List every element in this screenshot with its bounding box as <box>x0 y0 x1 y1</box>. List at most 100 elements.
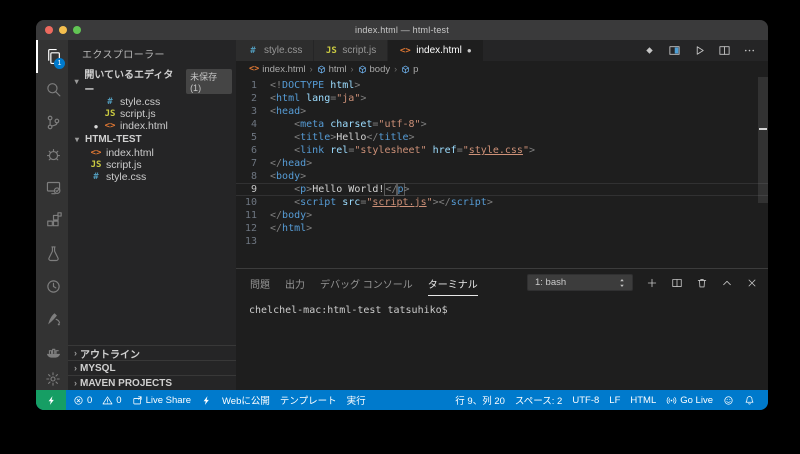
section-label: MAVEN PROJECTS <box>80 378 172 389</box>
title-bar[interactable]: index.html — html-test <box>36 20 768 40</box>
open-editor-script.js[interactable]: JSscript.js <box>68 108 236 120</box>
status-run[interactable]: 実行 <box>342 393 371 407</box>
status-warnings[interactable]: 0 <box>97 395 126 406</box>
remote-preview-icon[interactable] <box>36 171 68 204</box>
status-errors[interactable]: 0 <box>68 395 97 406</box>
code-line-12[interactable]: 12</html> <box>236 222 768 235</box>
modified-dot[interactable]: ● <box>467 46 472 55</box>
breadcrumb: <>index.html›html›body›p <box>236 61 768 77</box>
breadcrumb-separator: › <box>351 64 354 74</box>
close-window-button[interactable] <box>45 26 53 34</box>
docker-icon[interactable] <box>36 335 68 368</box>
code-line-3[interactable]: 3<head> <box>236 105 768 118</box>
code-line-11[interactable]: 11</body> <box>236 209 768 222</box>
breadcrumb-item-index.html[interactable]: <>index.html <box>249 64 306 75</box>
vscode-window: index.html — html-test 1 エクスプローラー ▾ 開いてい… <box>36 20 768 410</box>
panel-tab-デバッグ コンソール[interactable]: デバッグ コンソール <box>320 270 413 296</box>
terminal-output[interactable]: chelchel-mac:html-test tatsuhiko$ <box>236 296 768 316</box>
status-encoding[interactable]: UTF-8 <box>567 395 604 406</box>
debug-icon[interactable] <box>36 138 68 171</box>
status-language-mode[interactable]: HTML <box>625 395 661 406</box>
status-eol[interactable]: LF <box>604 395 625 406</box>
code-line-6[interactable]: 6 <link rel="stylesheet" href="style.css… <box>236 144 768 157</box>
code-line-4[interactable]: 4 <meta charset="utf-8"> <box>236 118 768 131</box>
sidebar-section-アウトライン[interactable]: ›アウトライン <box>68 345 236 360</box>
line-number: 3 <box>236 105 270 118</box>
explorer-icon[interactable]: 1 <box>36 40 68 73</box>
source-control-icon[interactable] <box>36 106 68 139</box>
open-editor-style.css[interactable]: #style.css <box>68 96 236 108</box>
code-editor[interactable]: 1<!DOCTYPE html>2<html lang="ja">3<head>… <box>236 77 768 268</box>
tab-style.css[interactable]: #style.css <box>236 40 314 61</box>
status-live-share[interactable]: Live Share <box>127 395 196 406</box>
panel-tab-ターミナル[interactable]: ターミナル <box>428 270 478 296</box>
status-label: 0 <box>87 395 92 406</box>
breadcrumb-separator: › <box>394 64 397 74</box>
code-line-13[interactable]: 13 <box>236 235 768 248</box>
minimize-window-button[interactable] <box>59 26 67 34</box>
tree-item-style.css[interactable]: #style.css <box>68 171 236 183</box>
tree-item-script.js[interactable]: JSscript.js <box>68 159 236 171</box>
code-line-10[interactable]: 10 <script src="script.js"></script> <box>236 196 768 209</box>
kill-terminal-icon[interactable] <box>696 277 708 289</box>
panel-tab-出力[interactable]: 出力 <box>285 270 305 296</box>
clock-icon[interactable] <box>36 270 68 303</box>
html-file-icon: <> <box>90 148 102 158</box>
run-file-icon[interactable] <box>693 44 706 57</box>
open-preview-icon[interactable] <box>668 44 681 57</box>
line-number: 9 <box>236 183 270 196</box>
css-file-icon: # <box>104 97 116 107</box>
panel-header: 問題出力デバッグ コンソールターミナル 1: bash <box>236 269 768 296</box>
folder-section-header[interactable]: ▾ HTML-TEST <box>68 132 236 147</box>
status-indentation[interactable]: スペース: 2 <box>510 393 567 407</box>
file-tree: <>index.htmlJSscript.js#style.css <box>68 147 236 183</box>
code-line-5[interactable]: 5 <title>Hello</title> <box>236 131 768 144</box>
extensions-icon[interactable] <box>36 204 68 237</box>
maximize-panel-icon[interactable] <box>721 277 733 289</box>
tab-script.js[interactable]: JSscript.js <box>314 40 388 61</box>
unsaved-badge: 未保存 (1) <box>186 69 232 94</box>
sidebar-section-mysql[interactable]: ›MYSQL <box>68 360 236 375</box>
breadcrumb-item-p[interactable]: p <box>401 64 418 75</box>
status-feedback[interactable] <box>718 395 739 406</box>
manage-gear-icon[interactable] <box>36 368 68 390</box>
test-explorer-icon[interactable] <box>36 237 68 270</box>
search-icon[interactable] <box>36 73 68 106</box>
code-line-8[interactable]: 8<body> <box>236 170 768 183</box>
status-go-live[interactable]: Go Live <box>661 395 718 406</box>
status-notifications[interactable] <box>739 395 760 406</box>
close-panel-icon[interactable] <box>746 277 758 289</box>
code-line-7[interactable]: 7</head> <box>236 157 768 170</box>
status-cursor-position[interactable]: 行 9、列 20 <box>450 393 510 407</box>
line-number: 13 <box>236 235 270 248</box>
code-line-1[interactable]: 1<!DOCTYPE html> <box>236 79 768 92</box>
breadcrumb-label: index.html <box>262 64 305 75</box>
sidebar-section-maven-projects[interactable]: ›MAVEN PROJECTS <box>68 375 236 390</box>
new-terminal-icon[interactable] <box>646 277 658 289</box>
format-icon[interactable] <box>643 44 656 57</box>
breadcrumb-item-body[interactable]: body <box>358 64 391 75</box>
tab-index.html[interactable]: <>index.html● <box>388 40 483 61</box>
breadcrumb-item-html[interactable]: html <box>317 64 347 75</box>
more-actions-icon[interactable] <box>743 44 756 57</box>
broadcast-icon <box>666 395 677 406</box>
explorer-sidebar: エクスプローラー ▾ 開いているエディター 未保存 (1) #style.css… <box>68 40 236 390</box>
panel-tab-問題[interactable]: 問題 <box>250 270 270 296</box>
live-share-extension-icon[interactable] <box>36 303 68 336</box>
open-editors-section-header[interactable]: ▾ 開いているエディター 未保存 (1) <box>68 66 236 96</box>
tree-item-index.html[interactable]: <>index.html <box>68 147 236 159</box>
status-publish-web[interactable]: Webに公開 <box>217 393 275 407</box>
remote-indicator[interactable] <box>36 390 66 410</box>
open-editor-index.html[interactable]: ●<>index.html <box>68 120 236 132</box>
editor-scrollbar[interactable] <box>758 77 768 203</box>
symbol-icon <box>401 65 410 74</box>
code-line-9[interactable]: 9 <p>Hello World!</p> <box>236 183 768 196</box>
code-line-2[interactable]: 2<html lang="ja"> <box>236 92 768 105</box>
status-zap[interactable] <box>196 395 217 406</box>
split-terminal-icon[interactable] <box>671 277 683 289</box>
tab-label: index.html <box>416 45 462 56</box>
status-template[interactable]: テンプレート <box>275 393 342 407</box>
split-editor-icon[interactable] <box>718 44 731 57</box>
zoom-window-button[interactable] <box>73 26 81 34</box>
terminal-shell-select[interactable]: 1: bash <box>527 274 633 291</box>
